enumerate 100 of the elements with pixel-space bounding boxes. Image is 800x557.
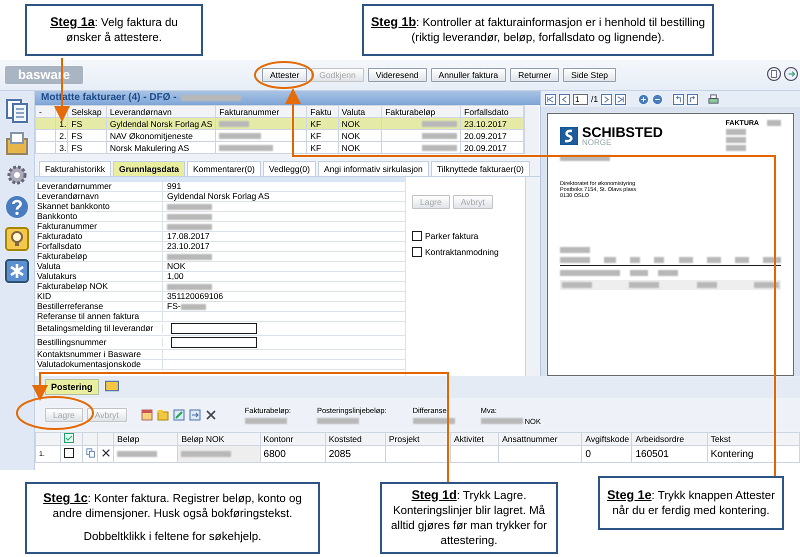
scrollbar[interactable] [524, 105, 539, 154]
field-value: 991 [167, 182, 182, 191]
table-cell[interactable]: 160501 [632, 446, 708, 462]
column-header[interactable]: Ansattnummer [498, 432, 582, 446]
redacted-text [726, 137, 746, 143]
callout-box: Steg 1e: Trykk knappen Attester når du er ferdig med kontering. [598, 476, 784, 530]
redacted-text [244, 418, 287, 424]
invoice-row[interactable]: 1. FS Gyldendal Norsk Forlag AS KF NOK 23.10.2017 [36, 118, 524, 130]
folder-icon[interactable] [5, 131, 29, 155]
field-label: Fakturabeløp [35, 252, 163, 261]
delete-icon[interactable] [204, 409, 217, 421]
scrollbar[interactable] [525, 177, 540, 376]
exit-icon[interactable] [784, 67, 798, 81]
column-header[interactable]: Leverandørnavn [106, 106, 216, 118]
page-field[interactable]: 1 [573, 94, 588, 104]
tab[interactable]: Kommentarer(0) [186, 161, 261, 176]
redacted-text [706, 257, 721, 263]
toolbar-button[interactable]: Returner [510, 68, 560, 82]
column-header[interactable]: Selskap [68, 106, 106, 118]
rotate-right-icon[interactable] [687, 94, 698, 104]
table-icon[interactable] [140, 409, 153, 421]
tab[interactable]: Tilknyttede fakturaer(0) [430, 161, 530, 176]
column-header[interactable]: Avgiftskode [582, 432, 632, 446]
column-header[interactable]: Koststed [325, 432, 386, 446]
column-header[interactable]: Aktivitet [450, 432, 499, 446]
toolbar-button[interactable]: Videresend [368, 68, 427, 82]
input-field[interactable] [171, 337, 257, 348]
tab[interactable]: Postering [45, 379, 99, 395]
folder-tab-icon[interactable] [102, 379, 121, 393]
field-label: Valutakurs [35, 272, 163, 281]
toolbar-button[interactable]: Annuller faktura [430, 68, 506, 82]
folder-icon[interactable] [156, 409, 169, 421]
redacted-text [658, 270, 678, 276]
toolbar-button[interactable]: Side Step [563, 68, 616, 82]
column-header[interactable]: Fakturabeløp [382, 106, 461, 118]
page-icon[interactable] [767, 67, 781, 81]
checkbox[interactable] [412, 247, 422, 257]
column-header[interactable]: Valuta [338, 106, 382, 118]
help-icon[interactable] [5, 195, 29, 219]
gear-icon[interactable] [5, 163, 29, 187]
toolbar-button[interactable]: Attester [262, 68, 308, 82]
field-value: FS- [167, 302, 181, 311]
tab[interactable]: Fakturahistorikk [39, 161, 111, 176]
tab[interactable]: Grunnlagsdata [113, 161, 185, 176]
redacted-text [180, 95, 241, 101]
table-cell[interactable]: Kontering [707, 446, 800, 462]
select-all-icon[interactable] [64, 434, 74, 443]
field-label: Bestillingsnummer [35, 338, 163, 347]
row-number: 2. [56, 130, 68, 142]
callout-box: Steg 1b: Kontroller at fakturainformasjon er i henhold til bestilling (riktig leverandør, beløp, forfallsdato og lignende). [362, 4, 714, 56]
redacted-text [422, 132, 458, 138]
input-field[interactable] [171, 323, 257, 334]
redacted-text [181, 451, 232, 457]
column-header[interactable]: Beløp [114, 432, 178, 446]
redacted-text [726, 129, 746, 135]
column-header[interactable]: Beløp NOK [178, 432, 260, 446]
field-label: Skannet bankkonto [35, 202, 163, 211]
table-cell[interactable]: 0 [582, 446, 632, 462]
column-header[interactable]: Prosjekt [385, 432, 450, 446]
redacted-text [316, 418, 359, 424]
delete-icon[interactable] [101, 448, 112, 458]
previous-page-icon[interactable] [559, 94, 570, 104]
field-value: NOK [167, 262, 186, 271]
copy-icon[interactable] [86, 448, 96, 458]
last-page-icon[interactable] [615, 94, 626, 104]
zoom-in-icon[interactable] [638, 94, 650, 104]
invoice-row[interactable]: 2. FS NAV Økonomitjeneste KF NOK 20.09.2017 [36, 130, 524, 142]
documents-icon[interactable] [5, 99, 29, 123]
redacted-text [167, 254, 212, 260]
first-page-icon[interactable] [545, 94, 556, 104]
tab[interactable]: Vedlegg(0) [262, 161, 316, 176]
asterisk-icon[interactable] [5, 259, 29, 283]
lightbulb-icon[interactable] [5, 227, 29, 251]
column-header[interactable]: Faktu [306, 106, 338, 118]
checkbox[interactable] [412, 231, 422, 241]
column-header[interactable]: Tekst [707, 432, 800, 446]
redacted-text [219, 132, 262, 138]
tab[interactable]: Angi informativ sirkulasjon [318, 161, 429, 176]
table-cell: FS [68, 130, 106, 142]
export-icon[interactable] [188, 409, 201, 421]
zoom-out-icon[interactable] [652, 94, 664, 104]
column-header[interactable]: - [36, 106, 56, 118]
checkbox[interactable] [64, 448, 74, 458]
table-cell[interactable]: 6800 [260, 446, 326, 462]
table-cell: NOK [338, 130, 382, 142]
redacted-text [560, 257, 590, 263]
table-cell[interactable]: 2085 [325, 446, 386, 462]
next-page-icon[interactable] [601, 94, 612, 104]
column-header[interactable]: Arbeidsordre [632, 432, 708, 446]
column-header[interactable]: Fakturanummer [216, 106, 307, 118]
column-header[interactable]: Kontonr [260, 432, 326, 446]
redacted-text [726, 145, 746, 151]
logo-icon [560, 126, 578, 144]
redacted-text [167, 224, 212, 230]
column-header[interactable]: Forfallsdato [460, 106, 524, 118]
field-label: Fakturabeløp NOK [35, 282, 163, 291]
rotate-left-icon[interactable] [673, 94, 684, 104]
edit-icon[interactable] [172, 409, 185, 421]
print-icon[interactable] [708, 94, 720, 104]
field-label: Kontaktsnummer i Basware [35, 350, 163, 359]
